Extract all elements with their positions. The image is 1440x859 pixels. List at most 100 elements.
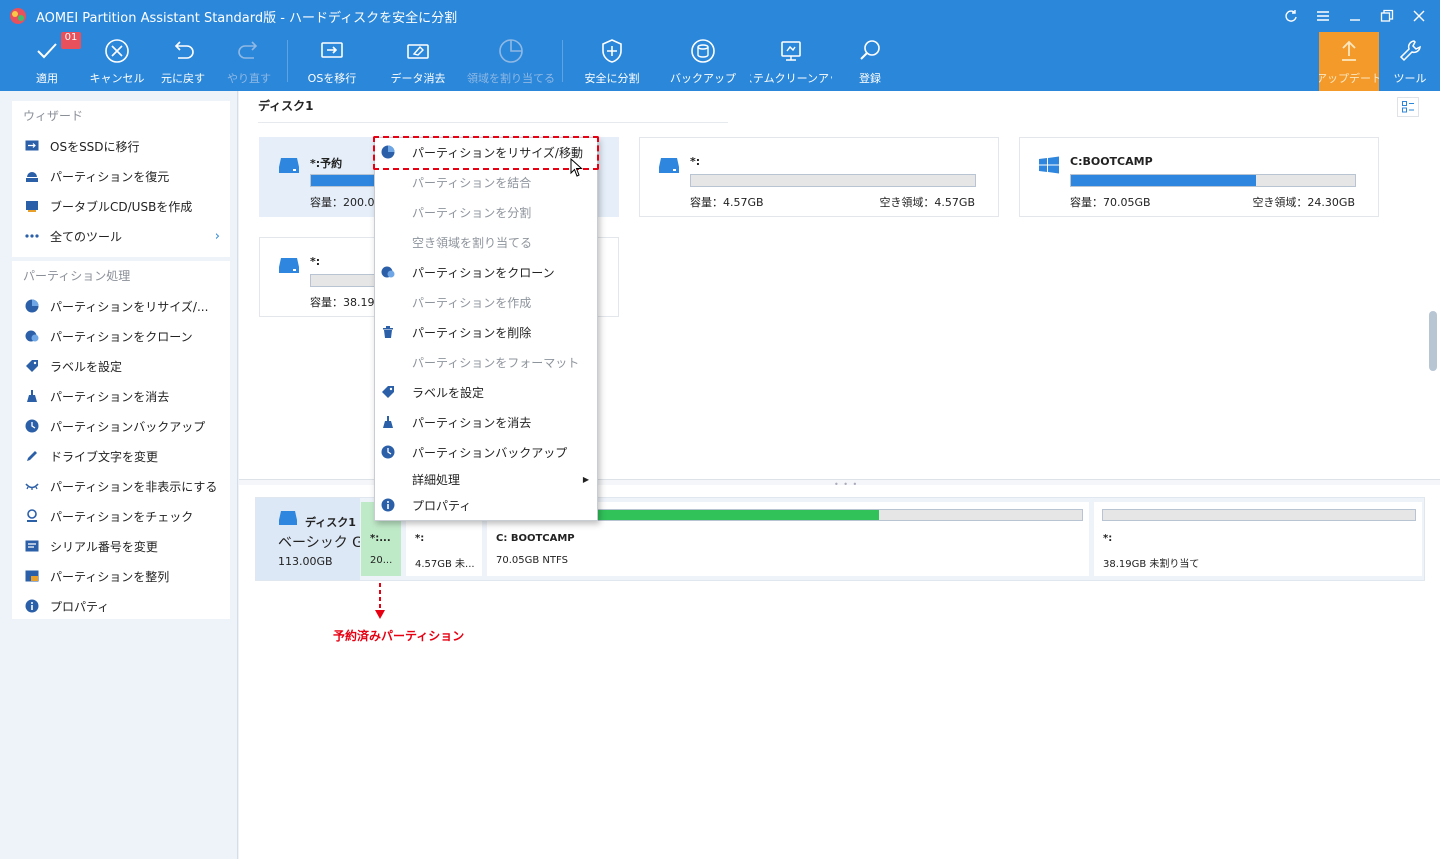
wipe-icon (24, 388, 40, 404)
sidebar-item-label: 全てのツール (50, 229, 123, 244)
system-clean-button[interactable]: システムクリーンアップ (750, 34, 832, 88)
partition-capacity: 容量：4.57GB (690, 196, 764, 209)
undo-icon (174, 41, 194, 59)
wipe-data-button[interactable]: データ消去 (384, 34, 452, 88)
backup-icon (381, 445, 395, 459)
refresh-icon[interactable] (1278, 4, 1304, 28)
disk-icon (279, 511, 297, 525)
menu-item-label: 空き領域を割り当てる (412, 235, 533, 250)
menu-item-clone[interactable]: パーティションをクローン (375, 258, 597, 286)
disk-type: ベーシック GPT (278, 535, 360, 551)
sidebar-item-label: パーティションを非表示にする (50, 479, 218, 494)
partition-card-unallocated-1[interactable]: *: 容量：4.57GB 空き領域：4.57GB (639, 137, 999, 217)
mouse-cursor-icon (570, 158, 583, 177)
sidebar-item-label: パーティションをクローン (50, 329, 193, 344)
undo-label: 元に戻す (161, 72, 205, 85)
sidebar-item-restore-partition[interactable]: パーティションを復元 (12, 161, 230, 191)
disk-segment-unallocated-2[interactable]: *: 38.19GB 未割り当て (1094, 502, 1422, 576)
sidebar-item-properties[interactable]: プロパティ (12, 591, 230, 621)
annotation-arrow-icon (375, 583, 385, 619)
cancel-button[interactable]: キャンセル (86, 34, 148, 88)
title-bar: AOMEI Partition Assistant Standard版 - ハー… (0, 0, 1440, 32)
restore-window-icon[interactable] (1374, 4, 1400, 28)
menu-item-properties[interactable]: プロパティ (375, 491, 597, 519)
upgrade-arrow-icon (1342, 40, 1356, 61)
cancel-icon (105, 39, 129, 63)
sidebar-item-label: プロパティ (50, 599, 110, 614)
sidebar-item-wipe[interactable]: パーティションを消去 (12, 381, 230, 411)
submenu-arrow-icon: ▶ (582, 474, 589, 484)
sidebar-item-align[interactable]: パーティションを整列 (12, 561, 230, 591)
windows-icon (1039, 156, 1059, 174)
close-window-icon[interactable] (1406, 4, 1432, 28)
sidebar-item-bootable-media[interactable]: ブータブルCD/USBを作成 (12, 191, 230, 221)
scrollbar-thumb[interactable] (1429, 311, 1437, 371)
menu-item-create[interactable]: パーティションを作成 (375, 288, 597, 316)
sidebar-item-all-tools[interactable]: 全てのツール › (12, 221, 230, 251)
sidebar-item-migrate-os[interactable]: OSをSSDに移行 (12, 131, 230, 161)
backup-label: バックアップ (670, 72, 736, 85)
migrate-icon (321, 42, 343, 58)
check-icon (24, 508, 40, 524)
sidebar-item-label: パーティションをリサイズ/... (50, 299, 209, 314)
segment-info: 4.57GB 未... (415, 559, 475, 570)
menu-item-resize-move[interactable]: パーティションをリサイズ/移動 (375, 138, 597, 166)
sidebar-item-serial[interactable]: シリアル番号を変更 (12, 531, 230, 561)
menu-item-allocate-free[interactable]: 空き領域を割り当てる (375, 228, 597, 256)
sidebar-item-set-label[interactable]: ラベルを設定 (12, 351, 230, 381)
partition-capacity: 容量：38.19G (310, 296, 384, 309)
sidebar-item-resize[interactable]: パーティションをリサイズ/... (12, 291, 230, 321)
menu-item-wipe[interactable]: パーティションを消去 (375, 408, 597, 436)
chevron-right-icon: › (214, 228, 220, 244)
usage-bar (690, 174, 976, 187)
menu-item-backup[interactable]: パーティションバックアップ (375, 438, 597, 466)
redo-button[interactable]: やり直す (221, 34, 277, 88)
sidebar: ウィザード OSをSSDに移行 パーティションを復元 ブータブルCD/USBを作… (0, 91, 238, 859)
menu-item-advanced[interactable]: 詳細処理 ▶ (375, 465, 597, 493)
label-icon (24, 358, 40, 374)
upgrade-button[interactable]: アップデート (1319, 32, 1379, 91)
menu-item-split[interactable]: パーティションを分割 (375, 198, 597, 226)
minimize-icon[interactable] (1342, 4, 1368, 28)
view-toggle-icon[interactable] (1397, 97, 1419, 117)
safe-split-button[interactable]: 安全に分割 (576, 34, 648, 88)
register-button[interactable]: 登録 (844, 34, 896, 88)
undo-button[interactable]: 元に戻す (155, 34, 211, 88)
menu-item-label: 詳細処理 (412, 472, 461, 487)
menu-item-set-label[interactable]: ラベルを設定 (375, 378, 597, 406)
restore-icon (24, 168, 40, 184)
sidebar-item-label: ドライブ文字を変更 (50, 449, 159, 464)
menu-item-label: パーティションをリサイズ/移動 (412, 145, 583, 160)
apply-label: 適用 (36, 72, 58, 85)
backup-button[interactable]: バックアップ (666, 34, 740, 88)
menu-item-format[interactable]: パーティションをフォーマット (375, 348, 597, 376)
wizard-title: ウィザード (23, 109, 84, 123)
disk-info[interactable]: ディスク1 ベーシック GPT 113.00GB (256, 498, 360, 580)
divider (258, 122, 728, 123)
safe-split-label: 安全に分割 (584, 72, 640, 85)
menu-item-merge[interactable]: パーティションを結合 (375, 168, 597, 196)
redo-label: やり直す (227, 72, 271, 85)
sidebar-item-label: シリアル番号を変更 (50, 539, 158, 554)
sidebar-item-drive-letter[interactable]: ドライブ文字を変更 (12, 441, 230, 471)
menu-icon[interactable] (1310, 4, 1336, 28)
trash-icon (383, 326, 393, 338)
sidebar-item-backup[interactable]: パーティションバックアップ (12, 411, 230, 441)
check-icon (37, 43, 57, 59)
menu-item-label: パーティションを作成 (412, 295, 532, 310)
segment-bar (1102, 509, 1416, 521)
menu-item-delete[interactable]: パーティションを削除 (375, 318, 597, 346)
tools-button[interactable]: ツール (1381, 34, 1439, 88)
sidebar-item-clone[interactable]: パーティションをクローン (12, 321, 230, 351)
partition-card-bootcamp[interactable]: C:BOOTCAMP 容量：70.05GB 空き領域：24.30GB (1019, 137, 1379, 217)
allocate-space-button[interactable]: 領域を割り当てる (463, 34, 559, 88)
clone-icon (24, 328, 40, 344)
sidebar-item-check[interactable]: パーティションをチェック (12, 501, 230, 531)
migrate-os-button[interactable]: OSを移行 (300, 34, 364, 88)
sidebar-item-label: パーティションをチェック (50, 509, 194, 524)
sidebar-item-label: ラベルを設定 (50, 359, 123, 374)
sidebar-item-hide[interactable]: パーティションを非表示にする (12, 471, 230, 501)
disk-size: 113.00GB (278, 555, 333, 568)
menu-item-label: ラベルを設定 (412, 385, 485, 400)
clone-icon (381, 266, 395, 278)
